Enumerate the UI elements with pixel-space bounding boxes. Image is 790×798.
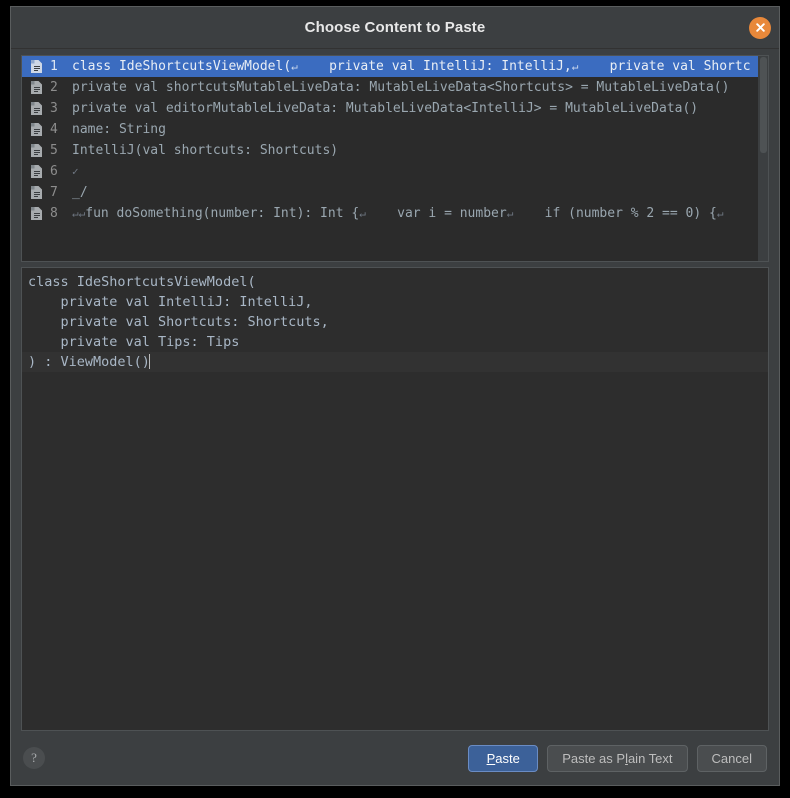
line-break-glyph-icon: ↵ [359,207,366,220]
list-item-index: 7 [50,185,58,200]
list-item[interactable]: 3 private val editorMutableLiveData: Muta… [22,98,758,119]
choose-content-to-paste-dialog: Choose Content to Paste 1 class IdeShortc… [10,6,780,786]
list-item[interactable]: 5 IntelliJ(val shortcuts: Shortcuts) [22,140,758,161]
button-label: Paste [486,750,520,766]
cancel-button[interactable]: Cancel [696,744,767,772]
preview-code-line: private val IntelliJ: IntelliJ, [28,294,313,310]
list-item-text: name: String [72,122,758,137]
dialog-body: 1 class IdeShortcutsViewModel(↵ private v… [11,49,779,731]
code-fragment: private val Shortc [578,59,751,74]
line-break-glyph-icon: ↵↵ [72,207,86,220]
clipboard-entry-icon [31,165,42,178]
list-scrollbar-thumb[interactable] [760,57,767,153]
clipboard-entry-icon [31,186,42,199]
dialog-footer: ? Paste Paste as Plain Text Cancel [11,731,779,785]
code-fragment: class IdeShortcutsViewModel( [72,59,292,74]
clipboard-entry-icon [31,144,42,157]
list-vertical-scrollbar[interactable] [758,56,768,261]
paste-button[interactable]: Paste [468,744,539,772]
clipboard-entry-icon [31,81,42,94]
list-item-index: 8 [50,206,58,221]
clipboard-entries-list[interactable]: 1 class IdeShortcutsViewModel(↵ private v… [21,55,769,262]
preview-code-line: private val Tips: Tips [28,334,240,350]
preview-code-line: private val Shortcuts: Shortcuts, [28,314,329,330]
footer-button-group: Paste Paste as Plain Text Cancel [459,744,767,772]
list-item-index: 2 [50,80,58,95]
code-fragment: var i = number [365,206,507,221]
preview-code-line: ) : ViewModel() [22,352,768,372]
code-fragment: fun doSomething(number: Int): Int { [85,206,360,221]
list-item-text: ↵↵fun doSomething(number: Int): Int {↵ v… [72,206,758,221]
mnemonic-char: P [486,750,496,766]
paste-as-plain-text-button[interactable]: Paste as Plain Text [547,744,688,772]
clipboard-entries-scroll-area: 1 class IdeShortcutsViewModel(↵ private v… [22,56,758,261]
clipboard-entry-icon [31,60,42,73]
paste-preview-editor[interactable]: class IdeShortcutsViewModel( private val… [21,267,769,731]
code-fragment: IntelliJ(val shortcuts: Shortcuts) [72,143,339,158]
list-item-index: 5 [50,143,58,158]
code-fragment: private val IntelliJ: IntelliJ, [297,59,572,74]
dialog-title: Choose Content to Paste [304,19,486,36]
list-item-text: _/ [72,185,758,200]
line-break-glyph-icon: ✓ [72,165,79,178]
list-item-index: 6 [50,164,58,179]
clipboard-entry-icon [31,102,42,115]
button-label: Paste as Plain Text [562,750,673,766]
list-item-index: 3 [50,101,58,116]
line-break-glyph-icon: ↵ [291,60,298,73]
clipboard-entry-icon [31,207,42,220]
list-item-text: class IdeShortcutsViewModel(↵ private va… [72,59,758,74]
list-item[interactable]: 8 ↵↵fun doSomething(number: Int): Int {↵ … [22,203,758,224]
list-item-text: private val editorMutableLiveData: Mutab… [72,101,758,116]
list-item-text: ✓ [72,164,758,179]
line-break-glyph-icon: ↵ [716,207,724,220]
code-fragment: private val shortcutsMutableLiveData: Mu… [72,80,730,95]
preview-code-content: class IdeShortcutsViewModel( private val… [22,268,768,372]
list-item-text: private val shortcutsMutableLiveData: Mu… [72,80,758,95]
list-item[interactable]: 6 ✓ [22,161,758,182]
preview-code-line: class IdeShortcutsViewModel( [28,274,256,290]
button-label: Cancel [711,750,752,766]
code-fragment: name: String [72,122,166,137]
clipboard-entry-icon [31,123,42,136]
close-icon[interactable] [749,16,771,39]
code-fragment: if (number % 2 == 0) { [513,206,717,221]
list-item-text: IntelliJ(val shortcuts: Shortcuts) [72,143,758,158]
list-item-index: 1 [50,59,58,74]
help-button[interactable]: ? [23,747,45,769]
list-item[interactable]: 4 name: String [22,119,758,140]
dialog-titlebar: Choose Content to Paste [11,7,779,49]
list-item[interactable]: 7 _/ [22,182,758,203]
list-item-index: 4 [50,122,58,137]
code-fragment: private val editorMutableLiveData: Mutab… [72,101,699,116]
list-item[interactable]: 2 private val shortcutsMutableLiveData: M… [22,77,758,98]
mnemonic-char: l [625,750,628,766]
text-caret [148,354,150,369]
close-x-glyph [755,23,765,32]
list-item[interactable]: 1 class IdeShortcutsViewModel(↵ private v… [22,56,758,77]
code-fragment: _/ [72,185,88,200]
